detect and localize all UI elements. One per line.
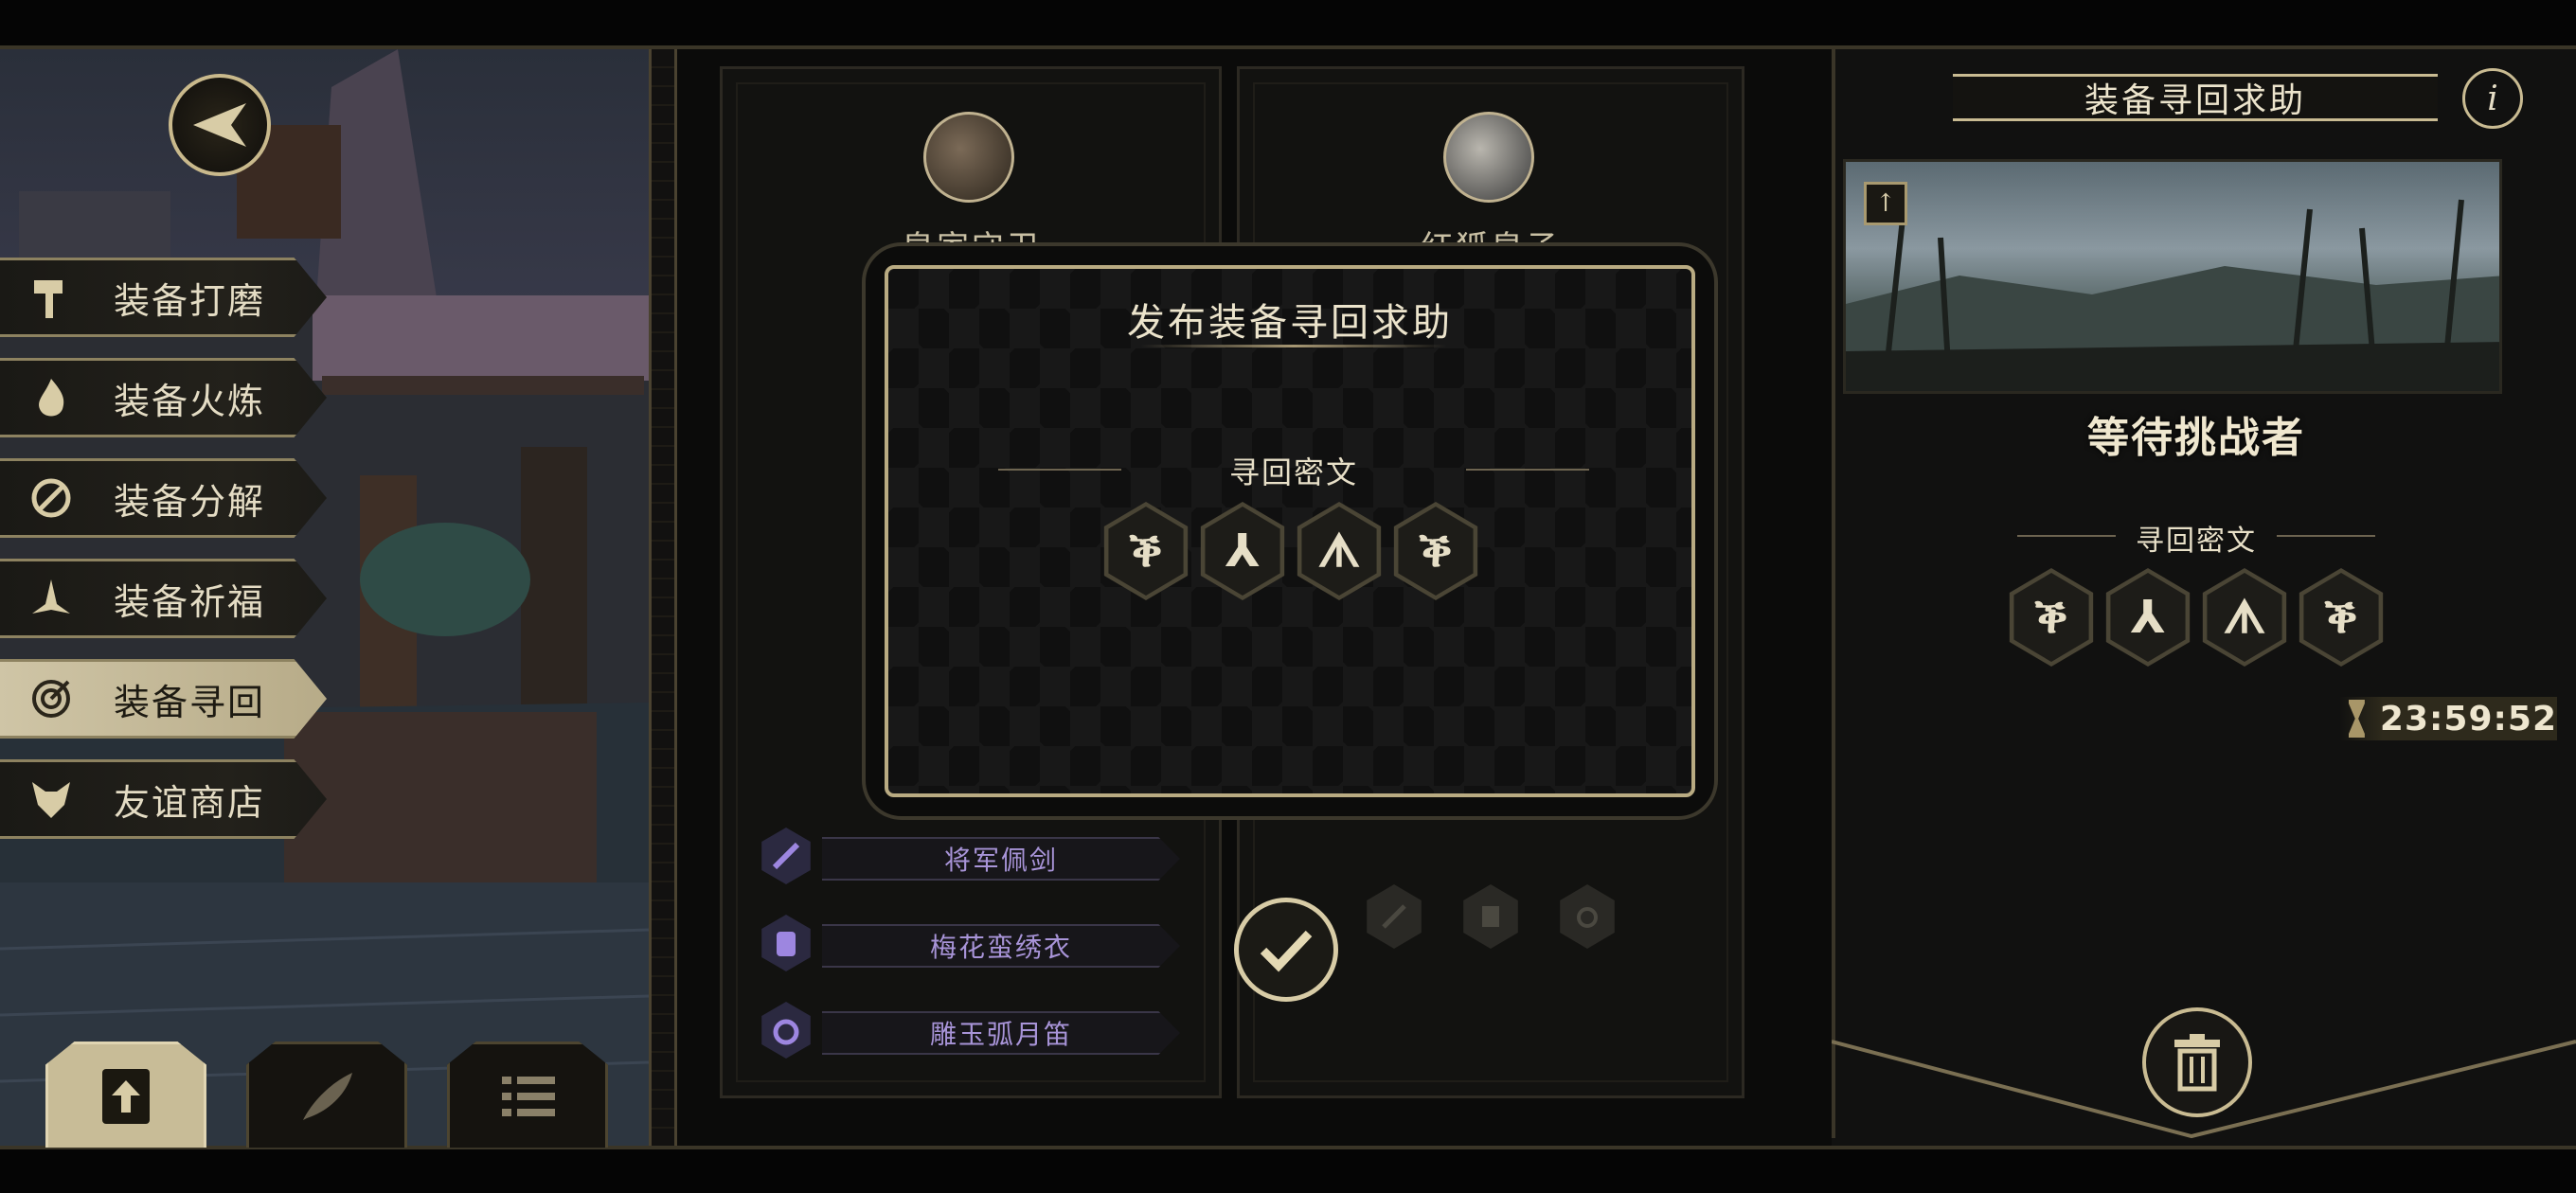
target-icon bbox=[25, 672, 78, 725]
rp-cipher-label: 寻回密文 bbox=[2136, 525, 2257, 558]
confirm-button[interactable] bbox=[1234, 898, 1338, 1002]
menu-label: 友谊商店 bbox=[114, 781, 266, 824]
panel-title: 装备寻回求助 bbox=[2084, 81, 2306, 120]
menu-label: 装备打磨 bbox=[114, 279, 266, 322]
info-button[interactable]: i bbox=[2462, 68, 2523, 129]
hammer-icon bbox=[25, 271, 78, 324]
swamp-scene-image bbox=[1843, 159, 2502, 394]
tab-list[interactable] bbox=[447, 1042, 608, 1148]
equip-name: 将军佩剑 bbox=[822, 837, 1180, 881]
cancel-request-button[interactable] bbox=[2142, 1007, 2252, 1117]
menu-item-pray[interactable]: 装备祈福 bbox=[0, 559, 327, 638]
list-icon bbox=[502, 1076, 555, 1116]
menu-item-disassemble[interactable]: 装备分解 bbox=[0, 458, 327, 538]
equip-slot-armor[interactable]: 梅花蛮绣衣 bbox=[758, 915, 1186, 971]
fox-prince-portrait bbox=[1443, 112, 1534, 203]
section-line-left bbox=[998, 469, 1121, 471]
menu-label: 装备祈福 bbox=[114, 580, 266, 623]
timer-text: 23:59:52 bbox=[2379, 699, 2557, 739]
flame-icon bbox=[25, 371, 78, 424]
fox-icon bbox=[25, 773, 78, 826]
equip-slot-weapon[interactable]: 将军佩剑 bbox=[758, 828, 1186, 884]
menu-label: 装备寻回 bbox=[114, 681, 266, 723]
pray-icon bbox=[25, 572, 78, 625]
tab-publish[interactable] bbox=[45, 1042, 206, 1148]
tab-feather[interactable] bbox=[246, 1042, 407, 1148]
arrow-up-icon: ↑ bbox=[1875, 189, 1896, 218]
back-arrow-icon bbox=[193, 103, 246, 147]
feather-icon bbox=[303, 1072, 352, 1120]
scene-divider bbox=[649, 49, 677, 1146]
upload-file-icon bbox=[102, 1068, 150, 1124]
status-text: 等待挑战者 bbox=[2087, 414, 2305, 462]
equip-name: 梅花蛮绣衣 bbox=[822, 924, 1180, 968]
title-divider bbox=[1140, 345, 1447, 347]
back-button[interactable] bbox=[169, 74, 271, 176]
cipher-label: 寻回密文 bbox=[1228, 454, 1358, 490]
upload-mini-button[interactable]: ↑ bbox=[1864, 182, 1907, 225]
checkmark-icon bbox=[1260, 930, 1313, 972]
menu-item-shop[interactable]: 友谊商店 bbox=[0, 759, 327, 839]
menu-label: 装备火炼 bbox=[114, 380, 266, 422]
trash-icon bbox=[2174, 1034, 2220, 1092]
countdown-timer: 23:59:52 bbox=[2339, 697, 2557, 740]
ring-icon bbox=[761, 1002, 811, 1059]
status-banner: 等待挑战者 bbox=[1993, 390, 2400, 477]
armor-icon bbox=[761, 915, 811, 971]
menu-item-polish[interactable]: 装备打磨 bbox=[0, 258, 327, 337]
disassemble-icon bbox=[25, 472, 78, 525]
sword-icon bbox=[761, 828, 811, 884]
menu-label: 装备分解 bbox=[114, 480, 266, 523]
publish-help-dialog: 发布装备寻回求助 寻回密文 ቕ ⅄ ᗑ ቕ bbox=[862, 242, 1718, 820]
hourglass-icon bbox=[2349, 700, 2365, 738]
rp-section-line-left bbox=[2017, 535, 2116, 537]
panel-title-banner: 装备寻回求助 bbox=[1953, 74, 2438, 121]
dialog-title: 发布装备寻回求助 bbox=[1127, 301, 1453, 345]
section-line-right bbox=[1466, 469, 1589, 471]
guard-portrait bbox=[923, 112, 1014, 203]
menu-item-retrieve[interactable]: 装备寻回 bbox=[0, 659, 327, 739]
menu-item-forge[interactable]: 装备火炼 bbox=[0, 358, 327, 437]
equip-name: 雕玉弧月笛 bbox=[822, 1011, 1180, 1055]
equip-slot-accessory[interactable]: 雕玉弧月笛 bbox=[758, 1002, 1186, 1059]
rp-section-line-right bbox=[2277, 535, 2375, 537]
